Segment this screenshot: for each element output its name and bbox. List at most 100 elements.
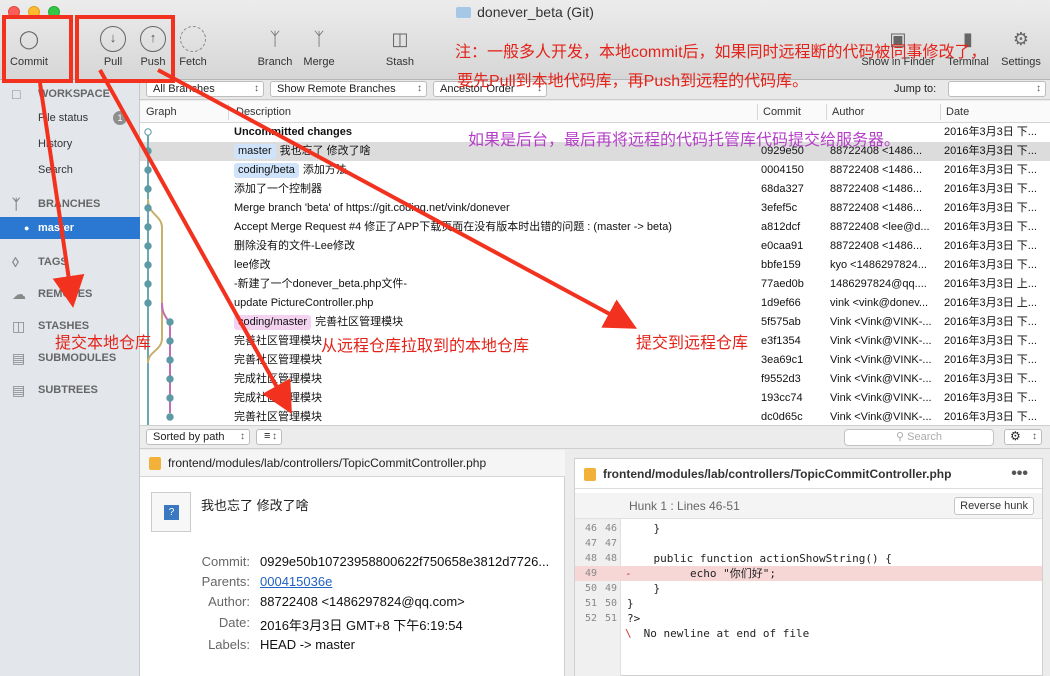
column-date[interactable]: Date xyxy=(946,106,969,118)
diff-line: \ No newline at end of file xyxy=(575,626,1042,641)
monitor-icon: □ xyxy=(12,86,21,102)
table-row[interactable]: 完成社区管理模块 193cc74 Vink <Vink@VINK-... 2016年3… xyxy=(140,389,1050,408)
column-commit[interactable]: Commit xyxy=(763,106,801,118)
settings-button[interactable]: ⚙ Settings xyxy=(996,26,1046,68)
jump-to-select[interactable] xyxy=(948,81,1046,97)
row-author: Vink <Vink@VINK-... xyxy=(830,392,932,404)
table-row[interactable]: coding/master 完善社区管理模块 5f575ab Vink <Vink@V… xyxy=(140,313,1050,332)
row-author: Vink <Vink@VINK-... xyxy=(830,411,932,423)
new-line-number: 49 xyxy=(604,583,617,594)
sidebar-section-workspace[interactable]: □ WORKSPACE xyxy=(0,83,140,105)
table-row[interactable]: coding/beta 添加方法 0004150 88722408 <1486... 2… xyxy=(140,161,1050,180)
row-commit: dc0d65c xyxy=(761,411,803,423)
sourcetree-window: donever_beta (Git) ◯ Commit ↓ Pull ↑ Pus… xyxy=(0,0,1050,676)
table-row[interactable]: 完善社区管理模块 3ea69c1 Vink <Vink@VINK-... 2016年3… xyxy=(140,351,1050,370)
table-row[interactable]: 完善社区管理模块 dc0d65c Vink <Vink@VINK-... 2016年3… xyxy=(140,408,1050,425)
commit-highlight-box xyxy=(2,15,73,83)
jump-to-label: Jump to: xyxy=(894,83,937,95)
folder-icon: ▤ xyxy=(12,382,26,398)
graph-node xyxy=(166,394,174,402)
sidebar-item-master[interactable]: ● master xyxy=(0,217,140,239)
column-description[interactable]: Description xyxy=(236,106,291,118)
sidebar-item-file-status[interactable]: File status 1 xyxy=(0,107,140,129)
diff-sign: \ xyxy=(625,627,632,640)
diff-file-header: frontend/modules/lab/controllers/TopicCo… xyxy=(575,459,1042,489)
merge-button[interactable]: ᛉ Merge xyxy=(300,26,338,68)
old-line-number: 52 xyxy=(584,613,597,624)
reverse-hunk-button[interactable]: Reverse hunk xyxy=(954,497,1034,515)
sidebar-item-search[interactable]: Search xyxy=(0,159,140,181)
list-view-toggle[interactable]: ≡ xyxy=(256,429,282,445)
annotation-push-remote: 提交到远程仓库 xyxy=(636,335,749,352)
table-row[interactable]: lee修改 bbfe159 kyo <1486297824... 2016年3月3日 … xyxy=(140,256,1050,275)
remote-branches-select[interactable]: Show Remote Branches xyxy=(270,81,427,97)
branch-button[interactable]: ᛉ Branch xyxy=(255,26,295,68)
labels-label: Labels: xyxy=(208,637,250,652)
table-row[interactable]: 删除没有的文件-Lee修改 e0caa91 88722408 <1486... 201… xyxy=(140,237,1050,256)
diff-code: } xyxy=(627,582,661,595)
row-author: kyo <1486297824... xyxy=(830,259,927,271)
branch-icon: ᛉ xyxy=(269,29,281,49)
row-commit: 193cc74 xyxy=(761,392,803,404)
row-author: 88722408 <1486... xyxy=(830,164,923,176)
sidebar-section-branches[interactable]: ᛉ BRANCHES xyxy=(0,193,140,215)
annotation-note-1: 注：一般多人开发，本地commit后，如果同时远程断的代码被同事修改了， xyxy=(455,44,987,61)
commit-graph xyxy=(144,128,174,425)
row-author: 88722408 <1486... xyxy=(830,240,923,252)
pull-push-highlight-box xyxy=(75,15,175,83)
column-graph[interactable]: Graph xyxy=(146,106,177,118)
table-row[interactable]: Accept Merge Request #4 修正了APP下载页面在没有版本时… xyxy=(140,218,1050,237)
search-input[interactable]: ⚲ Search xyxy=(844,429,994,446)
hunk-header: Hunk 1 : Lines 46-51 Reverse hunk xyxy=(575,493,1042,519)
table-row[interactable]: 完善社区管理模块 e3f1354 Vink <Vink@VINK-... 2016年3… xyxy=(140,332,1050,351)
row-date: 2016年3月3日 下... xyxy=(944,259,1037,271)
row-date: 2016年3月3日 上... xyxy=(944,278,1037,290)
stash-button[interactable]: ◫ Stash xyxy=(382,26,418,68)
table-row[interactable]: Merge branch 'beta' of https://git.codin… xyxy=(140,199,1050,218)
sort-select[interactable]: Sorted by path xyxy=(146,429,250,445)
table-row[interactable]: 添加了一个控制器 68da327 88722408 <1486... 2016年3月3… xyxy=(140,180,1050,199)
row-author: Vink <Vink@VINK-... xyxy=(830,354,932,366)
table-row[interactable]: update PictureController.php 1d9ef66 vink … xyxy=(140,294,1050,313)
table-row[interactable]: 完成社区管理模块 f9552d3 Vink <Vink@VINK-... 2016年3… xyxy=(140,370,1050,389)
new-line-number: 46 xyxy=(604,523,617,534)
fetch-button[interactable]: Fetch xyxy=(176,26,210,68)
diff-line: 51 50} xyxy=(575,596,1042,611)
table-header: Graph Description Commit Author Date xyxy=(140,101,1050,123)
column-author[interactable]: Author xyxy=(832,106,864,118)
sidebar-section-tags[interactable]: ◊ TAGS xyxy=(0,251,140,273)
sidebar-item-history[interactable]: History xyxy=(0,133,140,155)
row-description: Accept Merge Request #4 修正了APP下载页面在没有版本时… xyxy=(234,221,672,233)
changed-file-row[interactable]: frontend/modules/lab/controllers/TopicCo… xyxy=(140,450,565,477)
graph-node xyxy=(144,185,152,193)
commit-hash: 0929e50b10723958800622f750658e3812d7726.… xyxy=(260,554,550,569)
branch-label: coding/beta xyxy=(234,163,299,178)
row-author: 88722408 <1486... xyxy=(830,202,923,214)
new-line-number: 50 xyxy=(604,598,617,609)
row-date: 2016年3月3日 下... xyxy=(944,392,1037,404)
branches-select[interactable]: All Branches xyxy=(146,81,264,97)
row-date: 2016年3月3日 下... xyxy=(944,373,1037,385)
branch-icon: ᛉ xyxy=(12,196,21,212)
row-description: 完善社区管理模块 xyxy=(234,411,322,423)
row-description: update PictureController.php xyxy=(234,297,374,309)
old-line-number: 49 xyxy=(584,568,597,579)
row-author: Vink <Vink@VINK-... xyxy=(830,316,932,328)
new-line-number: 51 xyxy=(604,613,617,624)
date-value: 2016年3月3日 GMT+8 下午6:19:54 xyxy=(260,618,463,633)
modified-file-icon xyxy=(584,468,596,481)
diff-code: public function actionShowString() { xyxy=(627,552,892,565)
diff-line: 46 46 } xyxy=(575,521,1042,536)
graph-node xyxy=(166,356,174,364)
modified-file-icon xyxy=(149,457,161,470)
table-row[interactable]: -新建了一个donever_beta.php文件- 77aed0b 14862978… xyxy=(140,275,1050,294)
more-options-icon[interactable]: ••• xyxy=(1011,459,1028,488)
options-select[interactable]: ⚙ xyxy=(1004,429,1042,445)
row-date: 2016年3月3日 下... xyxy=(944,183,1037,195)
row-commit: 1d9ef66 xyxy=(761,297,801,309)
parent-link[interactable]: 000415036e xyxy=(260,574,560,589)
graph-node xyxy=(144,128,152,136)
sidebar-section-subtrees[interactable]: ▤ SUBTREES xyxy=(0,379,140,401)
gear-icon: ⚙ xyxy=(1012,29,1030,49)
sidebar-section-remotes[interactable]: ☁ REMOTES xyxy=(0,283,140,305)
